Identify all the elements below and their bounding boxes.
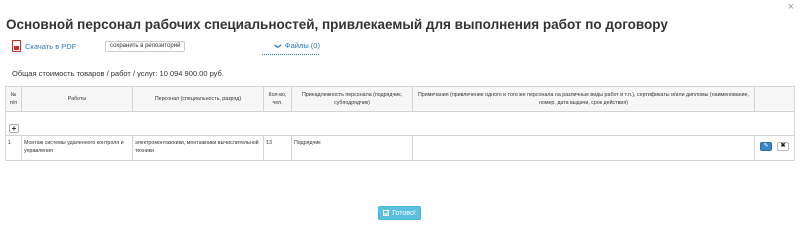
personnel-table: № п/п Работы Персонал (специальность, ра…	[5, 86, 795, 161]
pdf-icon	[12, 40, 21, 52]
cell-work: Монтаж системы удаленного контроля и упр…	[21, 135, 133, 161]
close-icon[interactable]: ×	[788, 2, 794, 13]
chevron-down-icon: ❯	[273, 42, 281, 49]
dialog: Основной персонал рабочих специальностей…	[0, 0, 800, 233]
files-label: Файлы (0)	[284, 41, 320, 50]
col-header-work: Работы	[21, 86, 133, 112]
cell-actions: ✎ ✖	[754, 135, 795, 161]
cell-num: 1	[5, 135, 22, 161]
col-header-affiliation: Принадлежность персонала (подрядчик, суб…	[291, 86, 413, 112]
delete-icon[interactable]: ✖	[777, 142, 789, 151]
cell-affiliation: Подрядчик	[291, 135, 413, 161]
cell-staff: электромонтажники, монтажники вычислител…	[132, 135, 264, 161]
dialog-title: Основной персонал рабочих специальностей…	[6, 17, 668, 32]
add-row-button[interactable]: +	[9, 124, 19, 133]
col-header-count: Кол-во, чел.	[263, 86, 292, 112]
cell-count: 13	[263, 135, 292, 161]
table-row: 1 Монтаж системы удаленного контроля и у…	[5, 135, 795, 161]
total-cost: Общая стоимость товаров / работ / услуг:…	[12, 69, 224, 78]
col-header-notes: Примечания (привлечение одного и того же…	[412, 86, 755, 112]
table-header-row: № п/п Работы Персонал (специальность, ра…	[5, 86, 795, 112]
toolbar: Скачать в PDF сохранить в репозиторий ❯ …	[12, 40, 792, 56]
col-header-actions	[754, 86, 795, 112]
download-pdf-link[interactable]: Скачать в PDF	[12, 40, 76, 52]
done-button[interactable]: Готово!	[378, 206, 421, 220]
done-button-label: Готово!	[392, 209, 416, 217]
col-header-num: № п/п	[5, 86, 22, 112]
download-pdf-label: Скачать в PDF	[25, 41, 77, 51]
checkbox-check-icon	[383, 210, 390, 216]
files-underline	[262, 54, 319, 55]
edit-icon[interactable]: ✎	[760, 142, 772, 151]
add-row: +	[5, 111, 795, 136]
files-toggle[interactable]: ❯ Файлы (0)	[274, 41, 320, 50]
save-to-repository-button[interactable]: сохранить в репозиторий	[105, 41, 186, 52]
col-header-staff: Персонал (специальность, разряд)	[132, 86, 264, 112]
cell-notes	[412, 135, 755, 161]
